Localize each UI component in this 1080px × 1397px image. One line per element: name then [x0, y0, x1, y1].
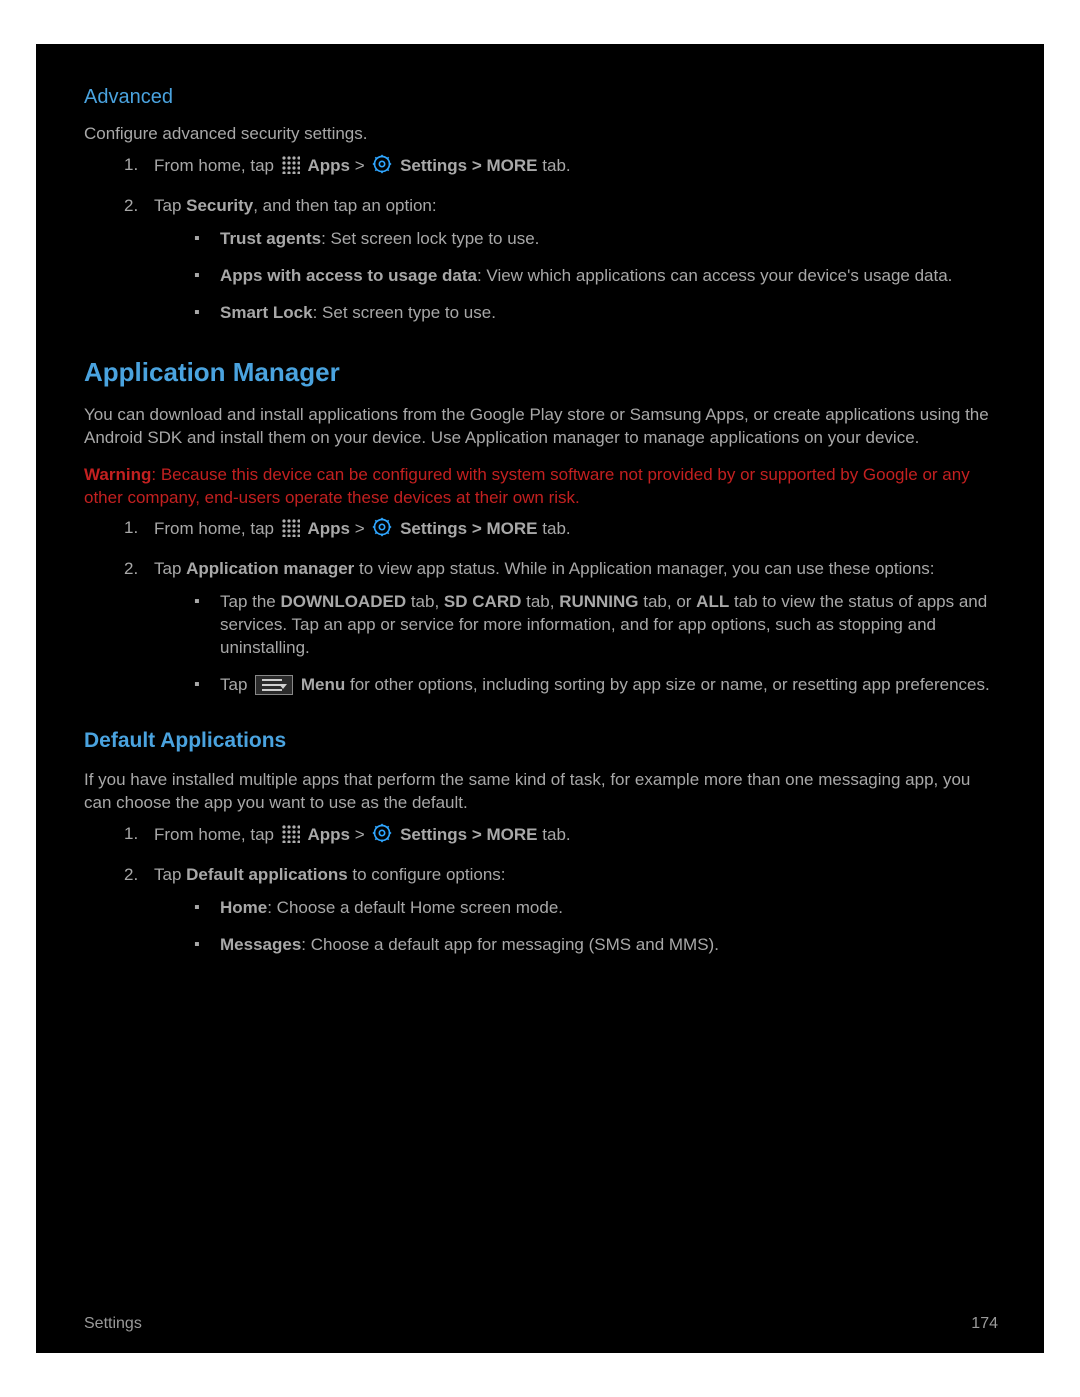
- appmgr-opt-tabs: Tap the DOWNLOADED tab, SD CARD tab, RUN…: [194, 591, 1002, 660]
- footer-page-number: 174: [971, 1313, 998, 1335]
- page-footer: Settings 174: [84, 1313, 998, 1335]
- adv-step-1: From home, tap Apps > Settings > MORE ta…: [124, 154, 1002, 181]
- section-title-advanced: Advanced: [84, 84, 1002, 111]
- footer-left: Settings: [84, 1313, 142, 1335]
- defapps-step-2: Tap Default applications to configure op…: [124, 864, 1002, 957]
- appmgr-warning: Warning: Because this device can be conf…: [84, 464, 1002, 510]
- defapps-step-1: From home, tap Apps > Settings > MORE ta…: [124, 823, 1002, 850]
- appmgr-intro: You can download and install application…: [84, 404, 1002, 450]
- adv-step-2: Tap Security, and then tap an option: Tr…: [124, 195, 1002, 325]
- settings-gear-icon: [372, 517, 392, 544]
- defapps-opt-home: Home: Choose a default Home screen mode.: [194, 897, 1002, 920]
- manual-page: Advanced Configure advanced security set…: [36, 44, 1044, 1353]
- section-title-default-apps: Default Applications: [84, 727, 1002, 755]
- apps-icon: [282, 156, 300, 181]
- defapps-opt-messages: Messages: Choose a default app for messa…: [194, 934, 1002, 957]
- adv-opt-smart-lock: Smart Lock: Set screen type to use.: [194, 302, 1002, 325]
- apps-icon: [282, 825, 300, 850]
- adv-opt-usage-data: Apps with access to usage data: View whi…: [194, 265, 1002, 288]
- apps-icon: [282, 519, 300, 544]
- defapps-intro: If you have installed multiple apps that…: [84, 769, 1002, 815]
- section-title-app-manager: Application Manager: [84, 355, 1002, 390]
- appmgr-opt-menu: Tap Menu for other options, including so…: [194, 674, 1002, 697]
- adv-opt-trust-agents: Trust agents: Set screen lock type to us…: [194, 228, 1002, 251]
- appmgr-step-2: Tap Application manager to view app stat…: [124, 558, 1002, 697]
- appmgr-step-1: From home, tap Apps > Settings > MORE ta…: [124, 517, 1002, 544]
- defapps-steps: From home, tap Apps > Settings > MORE ta…: [84, 823, 1002, 957]
- menu-icon: [255, 675, 293, 695]
- settings-gear-icon: [372, 823, 392, 850]
- advanced-intro: Configure advanced security settings.: [84, 123, 1002, 146]
- advanced-steps: From home, tap Apps > Settings > MORE ta…: [84, 154, 1002, 325]
- appmgr-steps: From home, tap Apps > Settings > MORE ta…: [84, 517, 1002, 697]
- settings-gear-icon: [372, 154, 392, 181]
